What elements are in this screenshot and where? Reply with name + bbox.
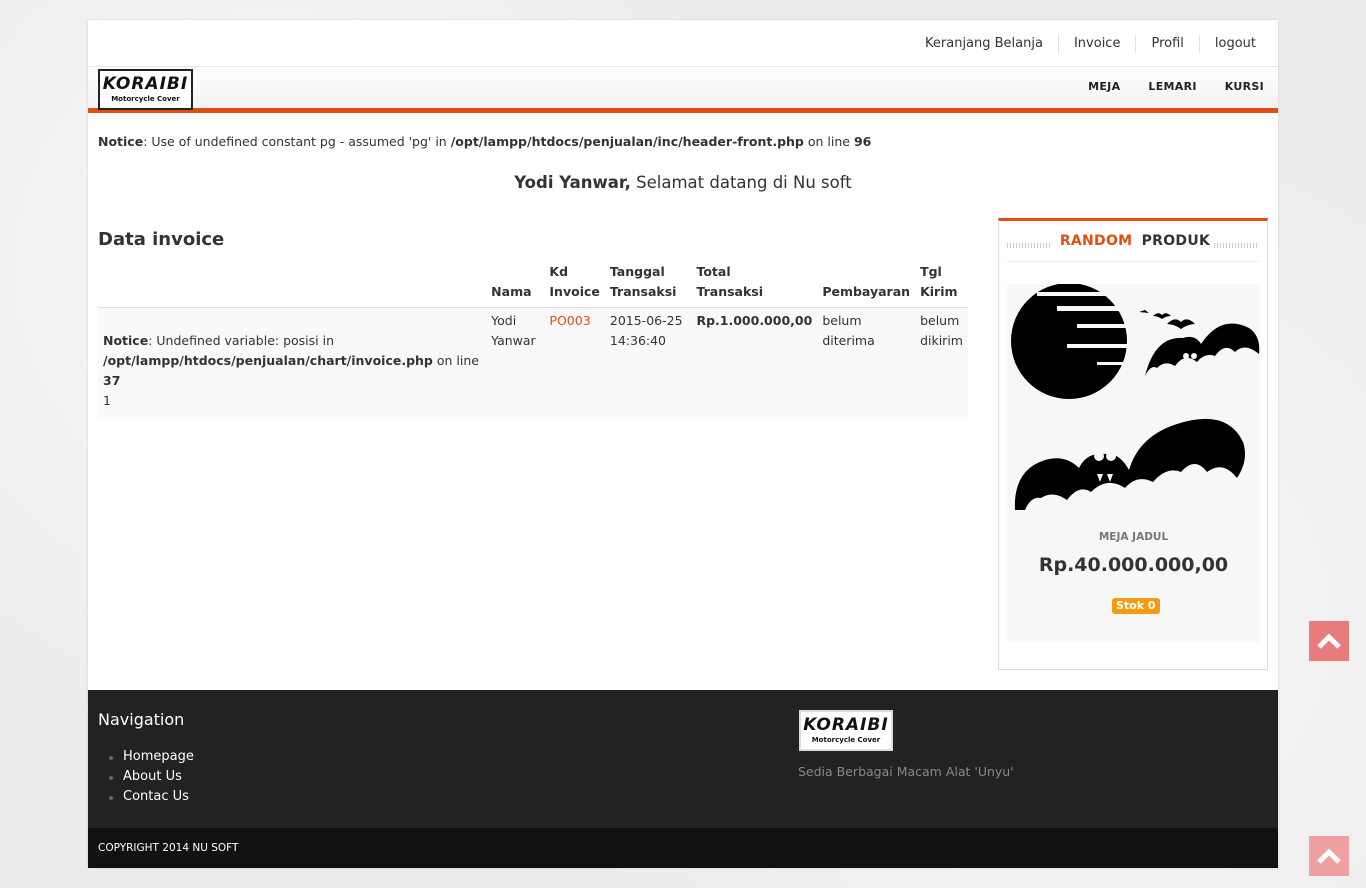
footer-link-about[interactable]: About Us [109, 767, 194, 787]
row-notice-online: on line [432, 353, 479, 368]
footer-link-contact[interactable]: Contac Us [109, 787, 194, 807]
cart-link[interactable]: Keranjang Belanja [910, 34, 1058, 54]
logout-link[interactable]: logout [1198, 34, 1268, 54]
invoice-link[interactable]: Invoice [1057, 34, 1135, 54]
page-container: Keranjang Belanja Invoice Profil logout … [88, 20, 1278, 868]
stock-badge: Stok 0 [1112, 598, 1160, 614]
logo-tagline: Motorcycle Cover [111, 95, 180, 103]
welcome-name: Yodi Yanwar, [514, 173, 631, 192]
invoice-heading: Data invoice [98, 229, 225, 250]
top-bar: Keranjang Belanja Invoice Profil logout [88, 20, 1278, 67]
footer-tagline: Sedia Berbagai Macam Alat 'Unyu' [798, 764, 1014, 779]
row-kd-invoice: PO003 [544, 307, 605, 417]
row-pembayaran: belum diterima [817, 307, 916, 417]
footer-logo-name: KORAIBI [803, 715, 889, 735]
product-card[interactable]: MEJA JADUL Rp.40.000.000,00 Stok 0 [1007, 284, 1260, 642]
php-notice-header: Notice: Use of undefined constant pg - a… [98, 134, 871, 149]
header-kd-invoice: Kd Invoice [544, 260, 605, 308]
row-notice-line: 37 [103, 373, 121, 388]
scroll-top-button-secondary[interactable] [1309, 836, 1349, 876]
footer-logo-tagline: Motorcycle Cover [811, 736, 881, 744]
site-logo[interactable]: KORAIBI Motorcycle Cover [98, 69, 193, 110]
header-total: Total Transaksi [691, 260, 818, 308]
main-header: KORAIBI Motorcycle Cover MEJA LEMARI KUR… [88, 67, 1278, 113]
notice-line: 96 [853, 134, 872, 149]
row-tanggal: 2015-06-25 14:36:40 [604, 307, 692, 417]
row-notice-label: Notice [103, 333, 149, 348]
chevron-up-icon [1317, 633, 1341, 649]
welcome-message: Yodi Yanwar, Selamat datang di Nu soft [88, 173, 1278, 192]
notice-online: on line [803, 134, 854, 149]
footer: Navigation Homepage About Us Contac Us K… [88, 690, 1278, 828]
product-image[interactable] [1007, 284, 1260, 524]
notice-text: : Use of undefined constant pg - assumed… [143, 134, 451, 149]
widget-title: RANDOM PRODUK [1007, 233, 1259, 257]
category-nav: MEJA LEMARI KURSI [1074, 80, 1278, 93]
product-price: Rp.40.000.000,00 [1038, 554, 1229, 576]
chevron-up-icon [1317, 848, 1341, 864]
footer-nav-list: Homepage About Us Contac Us [109, 747, 194, 807]
row-number: 1 [103, 393, 111, 408]
invoice-code-link[interactable]: PO003 [549, 313, 590, 328]
header-tgl-kirim: Tgl Kirim [915, 260, 968, 308]
widget-title-accent: RANDOM [1055, 233, 1137, 249]
welcome-text: Selamat datang di Nu soft [630, 173, 852, 192]
profile-link[interactable]: Profil [1135, 34, 1198, 54]
header-pembayaran: Pembayaran [817, 260, 916, 308]
nav-meja[interactable]: MEJA [1074, 80, 1134, 93]
table-header-row: Nama Kd Invoice Tanggal Transaksi Total Tra… [98, 260, 968, 308]
row-notice-path: /opt/lampp/htdocs/penjualan/chart/invoic… [103, 353, 433, 368]
top-nav: Keranjang Belanja Invoice Profil logout [910, 34, 1268, 54]
copyright-text: COPYRIGHT 2014 NU SOFT [98, 842, 239, 854]
row-notice-text: : Undefined variable: posisi in [148, 333, 335, 348]
widget-title-rest: PRODUK [1141, 233, 1211, 249]
row-nama: Yodi Yanwar [486, 307, 545, 417]
invoice-table: Nama Kd Invoice Tanggal Transaksi Total Tra… [98, 260, 968, 417]
widget-divider [1007, 261, 1259, 262]
copyright-bar: COPYRIGHT 2014 NU SOFT [88, 828, 1278, 868]
row-total: Rp.1.000.000,00 [691, 307, 818, 417]
logo-name: KORAIBI [102, 74, 189, 94]
notice-label: Notice [98, 134, 144, 149]
footer-link-homepage[interactable]: Homepage [109, 747, 194, 767]
scroll-top-button[interactable] [1309, 621, 1349, 661]
row-tgl-kirim: belum dikirim [915, 307, 968, 417]
nav-lemari[interactable]: LEMARI [1134, 80, 1210, 93]
header-nama: Nama [486, 260, 545, 308]
table-row: Notice: Undefined variable: posisi in /o… [98, 307, 968, 417]
random-product-widget: RANDOM PRODUK MEJA JADUL Rp.40.000.000,0… [998, 218, 1268, 670]
product-name[interactable]: MEJA JADUL [1007, 531, 1260, 543]
row-notice-cell: Notice: Undefined variable: posisi in /o… [98, 307, 487, 417]
footer-logo: KORAIBI Motorcycle Cover [799, 710, 893, 751]
header-notice [98, 260, 487, 308]
header-tanggal: Tanggal Transaksi [604, 260, 692, 308]
nav-kursi[interactable]: KURSI [1211, 80, 1278, 93]
footer-nav-title: Navigation [98, 710, 185, 729]
notice-path: /opt/lampp/htdocs/penjualan/inc/header-f… [450, 134, 804, 149]
